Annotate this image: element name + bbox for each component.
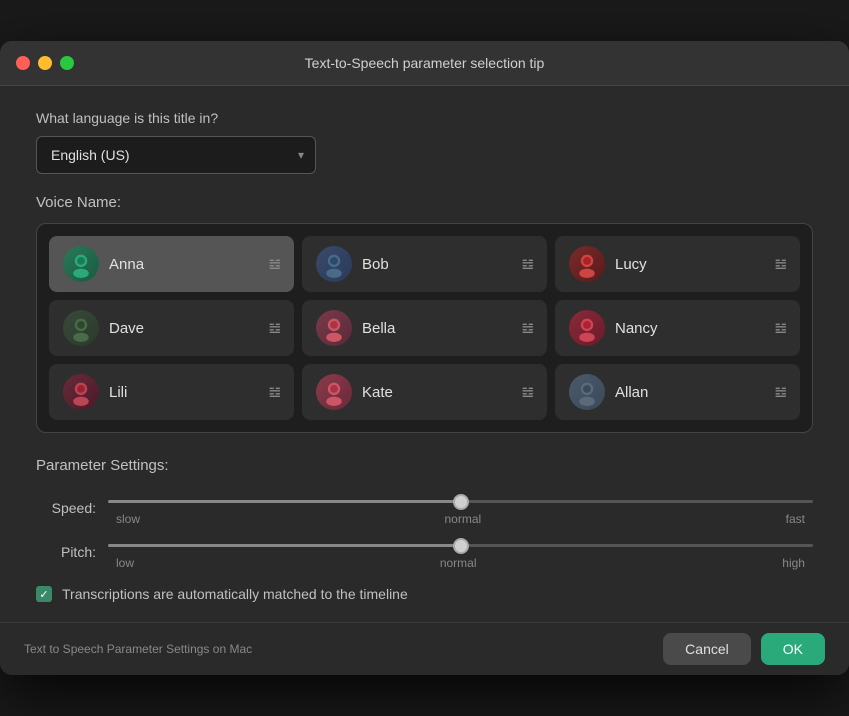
minimize-button[interactable]: [38, 56, 52, 70]
close-button[interactable]: [16, 56, 30, 70]
voice-card-kate[interactable]: Kate 𝌤: [302, 364, 547, 420]
voice-grid: Anna 𝌤 Bob 𝌤 Lucy 𝌤: [36, 223, 813, 433]
avatar-lili: [63, 374, 99, 410]
waveform-icon-anna: 𝌤: [268, 256, 280, 273]
avatar-lucy: [569, 246, 605, 282]
speed-row: Speed: slow normal fast: [36, 490, 813, 526]
waveform-icon-bob: 𝌤: [521, 256, 533, 273]
avatar-bob: [316, 246, 352, 282]
speed-slider-labels: slow normal fast: [108, 512, 813, 526]
pitch-label: Pitch:: [36, 544, 96, 560]
pitch-row: Pitch: low normal high: [36, 534, 813, 570]
voice-name-lucy: Lucy: [615, 256, 764, 273]
voice-card-anna[interactable]: Anna 𝌤: [49, 236, 294, 292]
dialog-window: Text-to-Speech parameter selection tip W…: [0, 41, 849, 675]
ok-button[interactable]: OK: [761, 633, 825, 665]
speed-min-label: slow: [116, 512, 140, 526]
language-label: What language is this title in?: [36, 110, 813, 126]
voice-name-anna: Anna: [109, 256, 258, 273]
voice-name-bella: Bella: [362, 320, 511, 337]
checkbox-row[interactable]: Transcriptions are automatically matched…: [36, 586, 813, 602]
traffic-lights: [16, 56, 74, 70]
speed-label: Speed:: [36, 500, 96, 516]
speed-slider[interactable]: [108, 500, 813, 503]
avatar-nancy: [569, 310, 605, 346]
speed-slider-container: slow normal fast: [108, 490, 813, 526]
voice-name-kate: Kate: [362, 384, 511, 401]
voice-name-nancy: Nancy: [615, 320, 764, 337]
avatar-dave: [63, 310, 99, 346]
voice-name-allan: Allan: [615, 384, 764, 401]
voice-card-nancy[interactable]: Nancy 𝌤: [555, 300, 800, 356]
voice-card-bella[interactable]: Bella 𝌤: [302, 300, 547, 356]
button-group: Cancel OK: [663, 633, 825, 665]
voice-card-lucy[interactable]: Lucy 𝌤: [555, 236, 800, 292]
avatar-kate: [316, 374, 352, 410]
voice-name-bob: Bob: [362, 256, 511, 273]
language-select[interactable]: English (US) English (UK) Spanish French…: [36, 136, 316, 174]
maximize-button[interactable]: [60, 56, 74, 70]
parameter-settings-label: Parameter Settings:: [36, 457, 813, 474]
avatar-anna: [63, 246, 99, 282]
voice-card-lili[interactable]: Lili 𝌤: [49, 364, 294, 420]
bottom-bar: Text to Speech Parameter Settings on Mac…: [0, 622, 849, 675]
pitch-slider-container: low normal high: [108, 534, 813, 570]
language-select-wrapper[interactable]: English (US) English (UK) Spanish French…: [36, 136, 316, 174]
voice-card-dave[interactable]: Dave 𝌤: [49, 300, 294, 356]
voice-card-allan[interactable]: Allan 𝌤: [555, 364, 800, 420]
waveform-icon-lili: 𝌤: [268, 384, 280, 401]
voice-name-dave: Dave: [109, 320, 258, 337]
speed-max-label: fast: [786, 512, 805, 526]
pitch-max-label: high: [782, 556, 805, 570]
pitch-mid-label: normal: [440, 556, 477, 570]
waveform-icon-dave: 𝌤: [268, 320, 280, 337]
pitch-slider[interactable]: [108, 544, 813, 547]
voice-name-lili: Lili: [109, 384, 258, 401]
footer-info: Text to Speech Parameter Settings on Mac: [24, 642, 252, 656]
dialog-content: What language is this title in? English …: [0, 86, 849, 622]
window-title: Text-to-Speech parameter selection tip: [305, 55, 545, 71]
avatar-allan: [569, 374, 605, 410]
transcription-label: Transcriptions are automatically matched…: [62, 586, 408, 602]
waveform-icon-allan: 𝌤: [774, 384, 786, 401]
cancel-button[interactable]: Cancel: [663, 633, 751, 665]
voice-card-bob[interactable]: Bob 𝌤: [302, 236, 547, 292]
speed-mid-label: normal: [444, 512, 481, 526]
title-bar: Text-to-Speech parameter selection tip: [0, 41, 849, 86]
waveform-icon-bella: 𝌤: [521, 320, 533, 337]
waveform-icon-kate: 𝌤: [521, 384, 533, 401]
pitch-slider-labels: low normal high: [108, 556, 813, 570]
voice-name-label: Voice Name:: [36, 194, 813, 211]
waveform-icon-lucy: 𝌤: [774, 256, 786, 273]
avatar-bella: [316, 310, 352, 346]
transcription-checkbox[interactable]: [36, 586, 52, 602]
waveform-icon-nancy: 𝌤: [774, 320, 786, 337]
pitch-min-label: low: [116, 556, 134, 570]
